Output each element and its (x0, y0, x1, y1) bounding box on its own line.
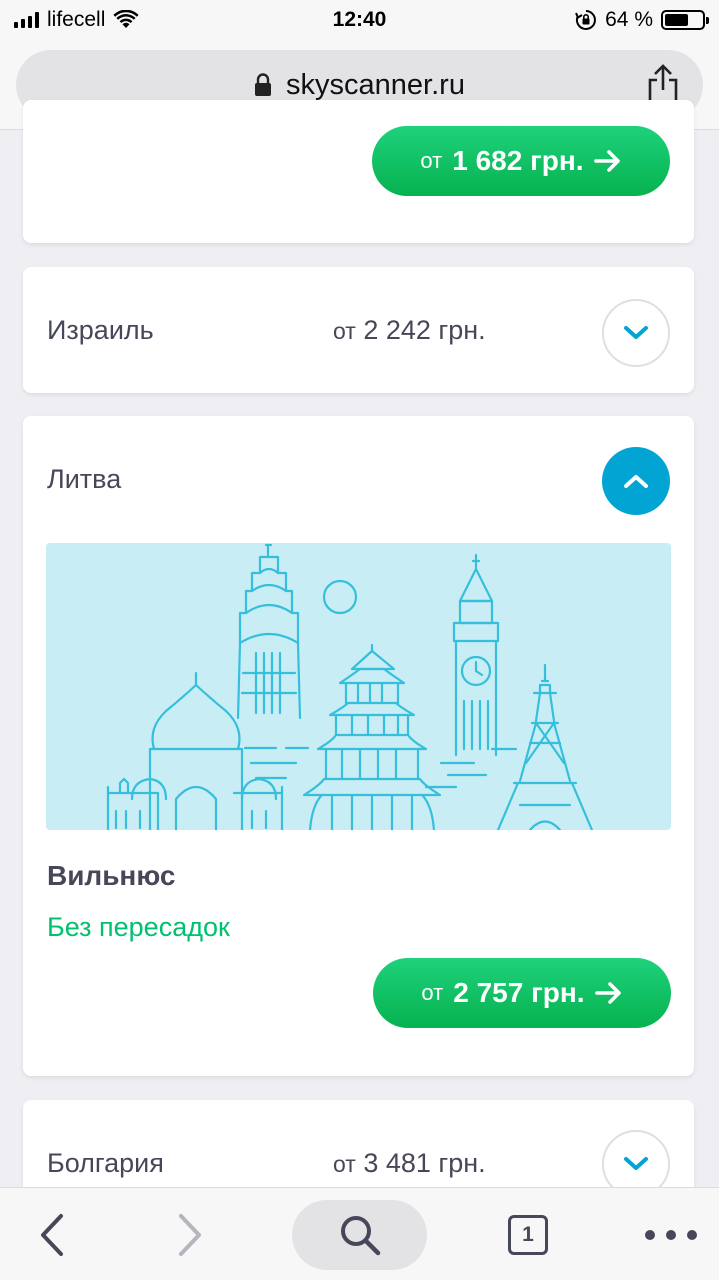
price-value: 2 242 грн. (363, 315, 486, 345)
arrow-right-icon (594, 982, 621, 1004)
destination-card-lithuania: Литва Вильнюс Без пересадок от 2 757 грн… (23, 416, 694, 1076)
tab-count: 1 (522, 1223, 534, 1246)
country-price: от 2 242 грн. (333, 315, 486, 346)
url-text: skyscanner.ru (286, 68, 465, 101)
expand-button[interactable] (602, 299, 670, 367)
direct-flight-label: Без пересадок (47, 912, 230, 942)
search-button[interactable] (292, 1200, 427, 1270)
price-value: 1 682 грн. (452, 145, 584, 176)
destination-card-top: от 1 682 грн. (23, 100, 694, 243)
browser-toolbar: 1 (0, 1187, 719, 1280)
collapse-button[interactable] (602, 447, 670, 515)
lock-icon (255, 73, 272, 96)
country-name: Литва (47, 464, 122, 494)
country-name: Израиль (47, 315, 154, 345)
destination-card-israel[interactable]: Израиль от 2 242 грн. (23, 267, 694, 393)
forward-button[interactable] (160, 1200, 220, 1270)
chevron-down-icon (624, 1157, 648, 1170)
chevron-up-icon (624, 475, 648, 488)
eiffel-tower-drawing (496, 663, 594, 830)
arrow-right-icon (593, 150, 620, 172)
city-name: Вильнюс (47, 860, 176, 891)
battery-icon (661, 10, 709, 30)
battery-group: 64 % (575, 8, 709, 32)
price-from-label: от (420, 148, 443, 173)
price-value: 2 757 грн. (453, 977, 585, 1008)
more-button[interactable] (636, 1200, 706, 1270)
skyscraper-drawing (236, 543, 302, 720)
chevron-down-icon (624, 326, 648, 339)
pagoda-drawing (302, 643, 442, 830)
big-ben-drawing (452, 553, 500, 757)
chevron-right-icon (179, 1214, 201, 1256)
country-price: от 3 481 грн. (333, 1148, 486, 1179)
city-illustration (46, 543, 671, 830)
tabs-icon: 1 (508, 1215, 548, 1255)
country-name: Болгария (47, 1148, 164, 1178)
orientation-lock-icon (575, 10, 597, 30)
price-button-top[interactable]: от 1 682 грн. (372, 126, 670, 196)
battery-percent: 64 % (605, 8, 653, 31)
status-bar: lifecell 12:40 64 % (0, 0, 719, 40)
search-icon (340, 1216, 380, 1256)
price-from-label: от (333, 1151, 356, 1177)
tabs-button[interactable]: 1 (500, 1200, 556, 1270)
back-button[interactable] (22, 1200, 82, 1270)
price-from-label: от (421, 980, 444, 1005)
chevron-left-icon (41, 1214, 63, 1256)
more-dots-icon (645, 1230, 697, 1240)
price-from-label: от (333, 318, 356, 344)
price-button-vilnius[interactable]: от 2 757 грн. (373, 958, 671, 1028)
price-value: 3 481 грн. (363, 1148, 486, 1178)
